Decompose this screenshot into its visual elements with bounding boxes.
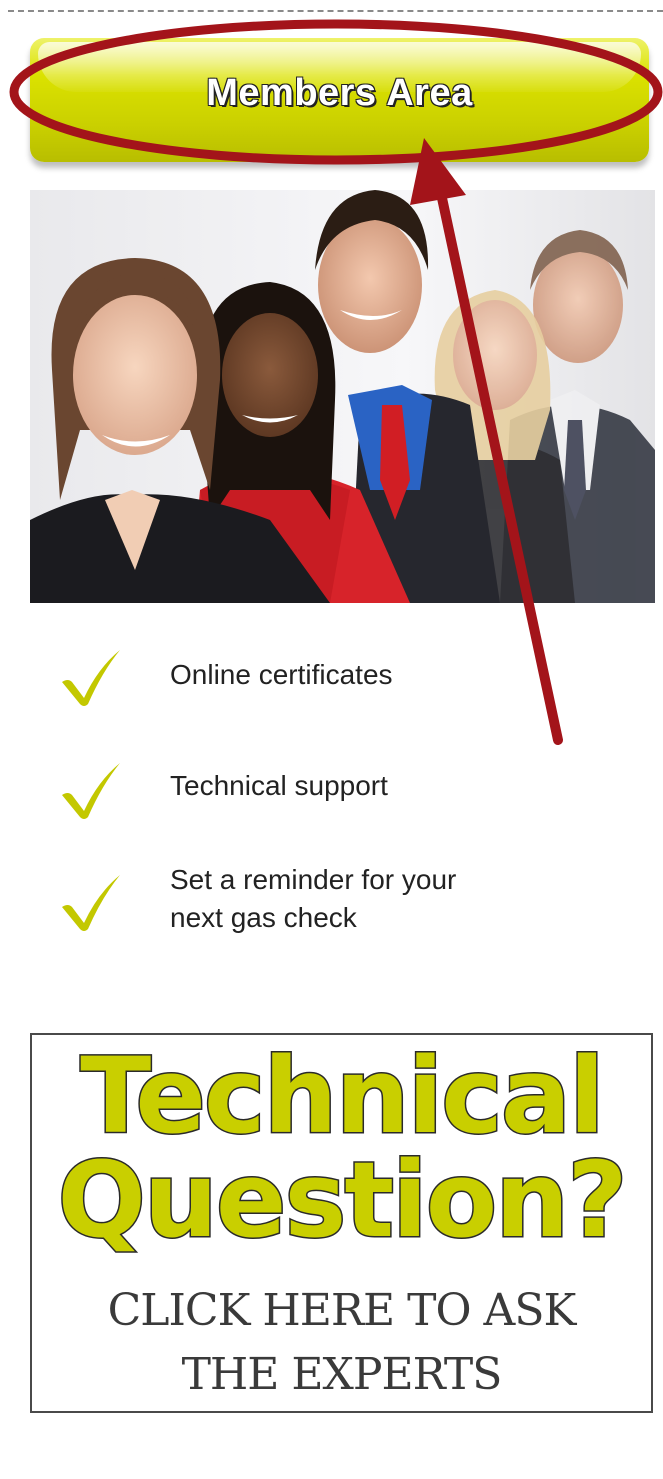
feature-label: Set a reminder for your next gas check: [170, 864, 457, 933]
feature-label: Technical support: [170, 770, 388, 801]
checkmark-icon: [62, 763, 120, 819]
banner-cta-line-2: THE EXPERTS: [181, 1349, 503, 1400]
checkmark-icon: [62, 650, 120, 706]
top-dashed-divider: [8, 10, 663, 12]
banner-headline-technical: Technical: [79, 1035, 607, 1157]
members-area-label: Members Area: [206, 71, 474, 115]
ask-experts-banner[interactable]: Technical Question? CLICK HERE TO ASK TH…: [30, 1033, 653, 1413]
checkmark-icon: [62, 875, 120, 931]
banner-cta-line-1: CLICK HERE TO ASK: [107, 1285, 577, 1336]
feature-label: Online certificates: [170, 659, 393, 690]
banner-headline-question: Question?: [56, 1139, 629, 1261]
team-photo: [30, 190, 655, 603]
banner-cta: CLICK HERE TO ASK THE EXPERTS: [32, 1279, 651, 1407]
members-area-button[interactable]: Members Area: [30, 38, 649, 162]
